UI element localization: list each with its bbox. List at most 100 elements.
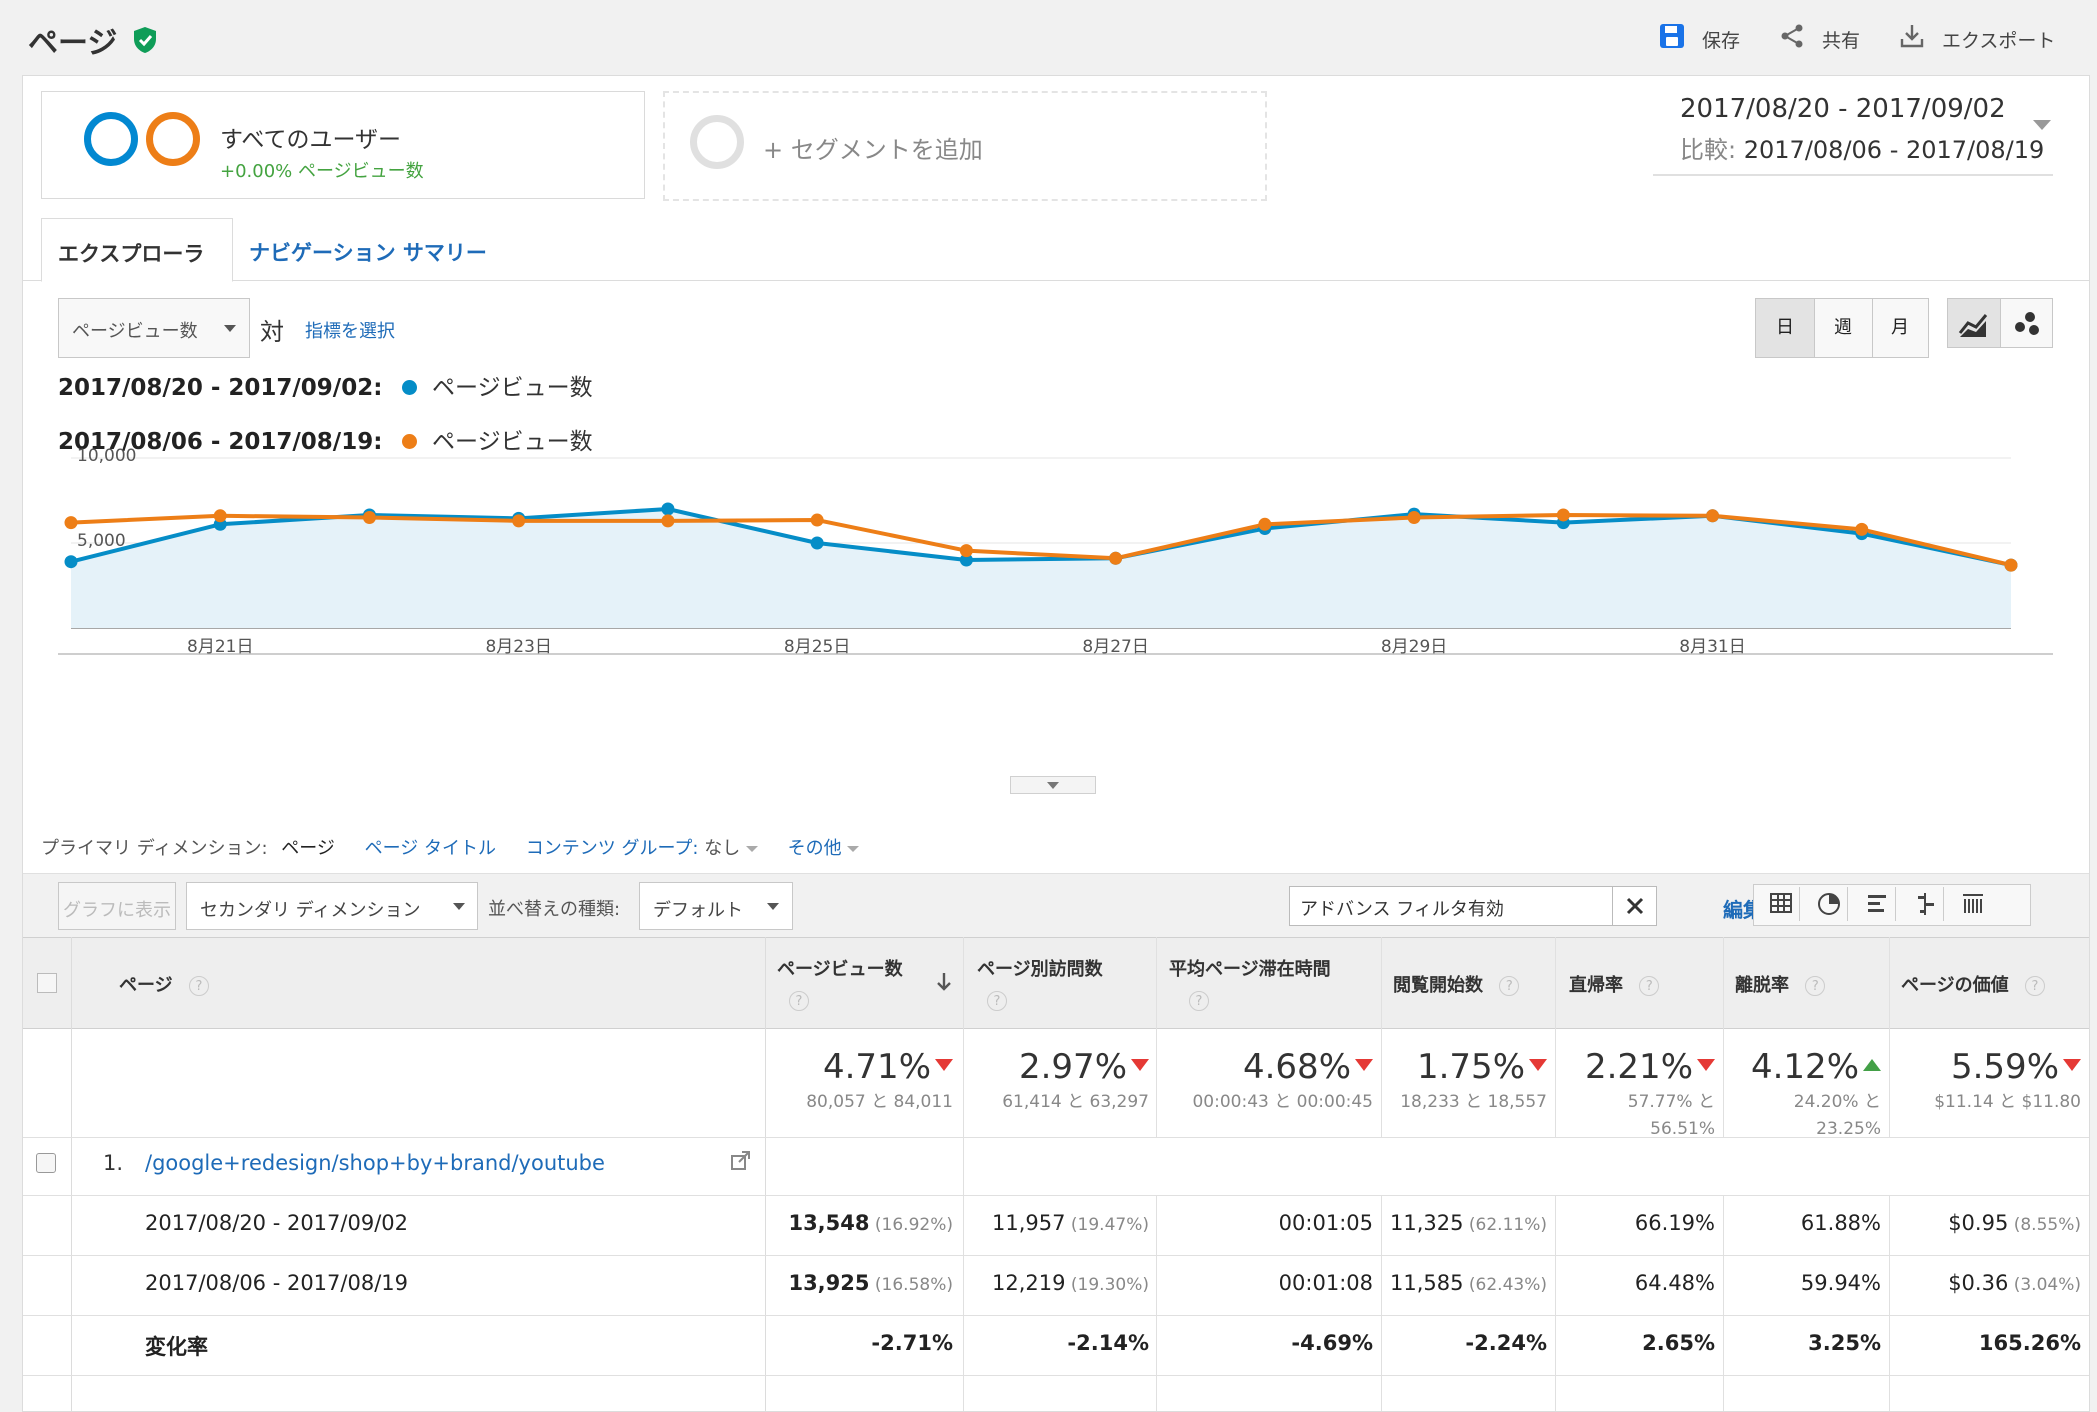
summary-compare-values: $11.14 と $11.80 [1934,1092,2081,1112]
advanced-filter-field[interactable]: アドバンス フィルタ有効 [1289,886,1657,926]
tab-navigation-summary[interactable]: ナビゲーション サマリー [249,237,487,267]
clear-filter-button[interactable] [1612,887,1657,925]
help-icon: ? [2024,976,2045,996]
metric-cell: -2.24% [1465,1331,1547,1355]
chevron-down-icon [2033,120,2051,130]
help-icon: ? [1805,976,1826,996]
bar-chart-icon [1868,895,1886,912]
summary-change-value: 1.75% [1417,1047,1547,1087]
data-point-compare [1109,551,1123,565]
col-header-page[interactable]: ページ ? [119,937,209,1027]
metric-cell: 00:01:05 [1278,1211,1373,1235]
col-header-exit-rate[interactable]: 離脱率 ? [1735,937,1826,1027]
sort-type-label: 並べ替えの種類: [488,899,621,920]
legend-current: 2017/08/20 - 2017/09/02: ページビュー数 [58,375,593,401]
col-header-page-value[interactable]: ページの価値 ? [1901,937,2045,1027]
motion-chart-toggle[interactable] [2000,299,2052,347]
date-range-picker[interactable]: 2017/08/20 - 2017/09/02 比較: 2017/08/06 -… [1653,94,2053,176]
col-sep [765,937,766,1411]
help-icon: ? [1499,976,1520,996]
primary-dimension-bar: プライマリ ディメンション: ページ ページ タイトル コンテンツ グループ: … [41,834,860,860]
select-all-checkbox[interactable] [37,973,57,993]
metric-cell: 12,219 (19.30%) [992,1271,1149,1295]
chevron-down-icon [224,325,236,332]
tab-explorer[interactable]: エクスプローラ [41,218,233,282]
segment-blue-ring-icon [84,112,138,166]
segment-name: すべてのユーザー [220,127,402,153]
metric-cell: 61.88% [1800,1211,1881,1235]
dimension-content-group[interactable]: コンテンツ グループ: なし [526,838,764,859]
chevron-down-icon [745,846,758,852]
view-pie-button[interactable] [1810,887,1848,921]
metric-cell: 11,585 (62.43%) [1390,1271,1547,1295]
x-tick-label: 8月27日 [1082,637,1148,657]
granularity-week[interactable]: 週 [1814,299,1873,357]
metric-cell: $0.36 (3.04%) [1948,1271,2081,1295]
metric-cell: -4.69% [1291,1331,1373,1355]
help-icon: ? [987,991,1007,1011]
segment-all-users[interactable]: すべてのユーザー +0.00% ページビュー数 [41,91,645,199]
granularity-group: 日 週 月 [1755,298,1929,358]
x-tick-label: 8月23日 [485,637,551,657]
verified-shield-icon [132,26,158,58]
metric-cell: 13,548 (16.92%) [788,1211,953,1235]
help-icon: ? [188,976,209,996]
date-range-text: 2017/08/20 - 2017/09/02 [1680,94,2006,124]
metric-cell: 2.65% [1642,1331,1715,1355]
metric-select[interactable]: ページビュー数 [58,298,250,358]
data-point-compare [1407,511,1421,524]
series-area [71,509,2011,628]
summary-change-value: 4.68% [1243,1047,1373,1087]
row-page-link[interactable]: /google+redesign/shop+by+brand/youtube [145,1151,605,1175]
chevron-down-icon [453,903,465,910]
row-sep [23,1195,2089,1196]
metric-cell: -2.71% [871,1331,953,1355]
comparison-icon [1918,893,1934,915]
granularity-month[interactable]: 月 [1872,299,1928,357]
col-header-unique-pageviews[interactable]: ページ別訪問数 ? [977,937,1103,1027]
summary-compare-values: 24.20% と 23.25% [1793,1092,1881,1139]
data-point-compare [362,511,376,524]
open-page-icon[interactable] [729,1149,753,1177]
view-pivot-button[interactable] [1954,887,1992,921]
col-header-pageviews[interactable]: ページビュー数 ? [777,937,963,1027]
arrow-up-icon [1863,1058,1881,1071]
row-bg [965,1138,2089,1195]
row-checkbox[interactable] [36,1153,56,1173]
summary-change-value: 2.21% [1585,1047,1715,1087]
chart-type-group [1947,298,2053,348]
metric-cell: 64.48% [1634,1271,1715,1295]
line-chart-toggle[interactable] [1948,299,2001,347]
view-table-button[interactable] [1762,887,1800,921]
add-segment-card[interactable]: + セグメントを追加 [663,91,1267,201]
arrow-down-icon [1697,1058,1715,1071]
view-performance-button[interactable] [1858,887,1896,921]
col-header-avg-time[interactable]: 平均ページ滞在時間 ? [1169,937,1331,1027]
metric-cell: $0.95 (8.55%) [1948,1211,2081,1235]
segment-orange-ring-icon [146,112,200,166]
data-point-compare [1706,509,1720,523]
col-sep [963,937,964,1411]
data-point-current [661,502,675,516]
metric-cell: 165.26% [1978,1331,2081,1355]
page-title: ページ [28,26,118,61]
dimension-page-title[interactable]: ページ タイトル [365,838,496,859]
dimension-other[interactable]: その他 [788,838,860,859]
col-header-bounce-rate[interactable]: 直帰率 ? [1569,937,1660,1027]
data-point-compare [213,509,227,523]
choose-metric-link[interactable]: 指標を選択 [305,317,395,343]
secondary-dimension-select[interactable]: セカンダリ ディメンション [186,882,478,930]
dimension-page[interactable]: ページ [281,838,335,859]
view-comparison-button[interactable] [1906,887,1944,921]
x-tick-label: 8月29日 [1381,637,1447,657]
add-segment-label: + セグメントを追加 [763,136,983,164]
legend-dot-blue [401,380,417,395]
data-point-compare [810,513,824,527]
plot-rows-button[interactable]: グラフに表示 [58,882,176,930]
chart-collapse-handle[interactable] [1010,776,1096,794]
close-icon [1626,897,1644,915]
table-view-switcher [1753,884,2031,926]
sort-type-select[interactable]: デフォルト [639,882,793,930]
granularity-day[interactable]: 日 [1756,299,1815,357]
col-header-entrances[interactable]: 閲覧開始数 ? [1393,937,1520,1027]
